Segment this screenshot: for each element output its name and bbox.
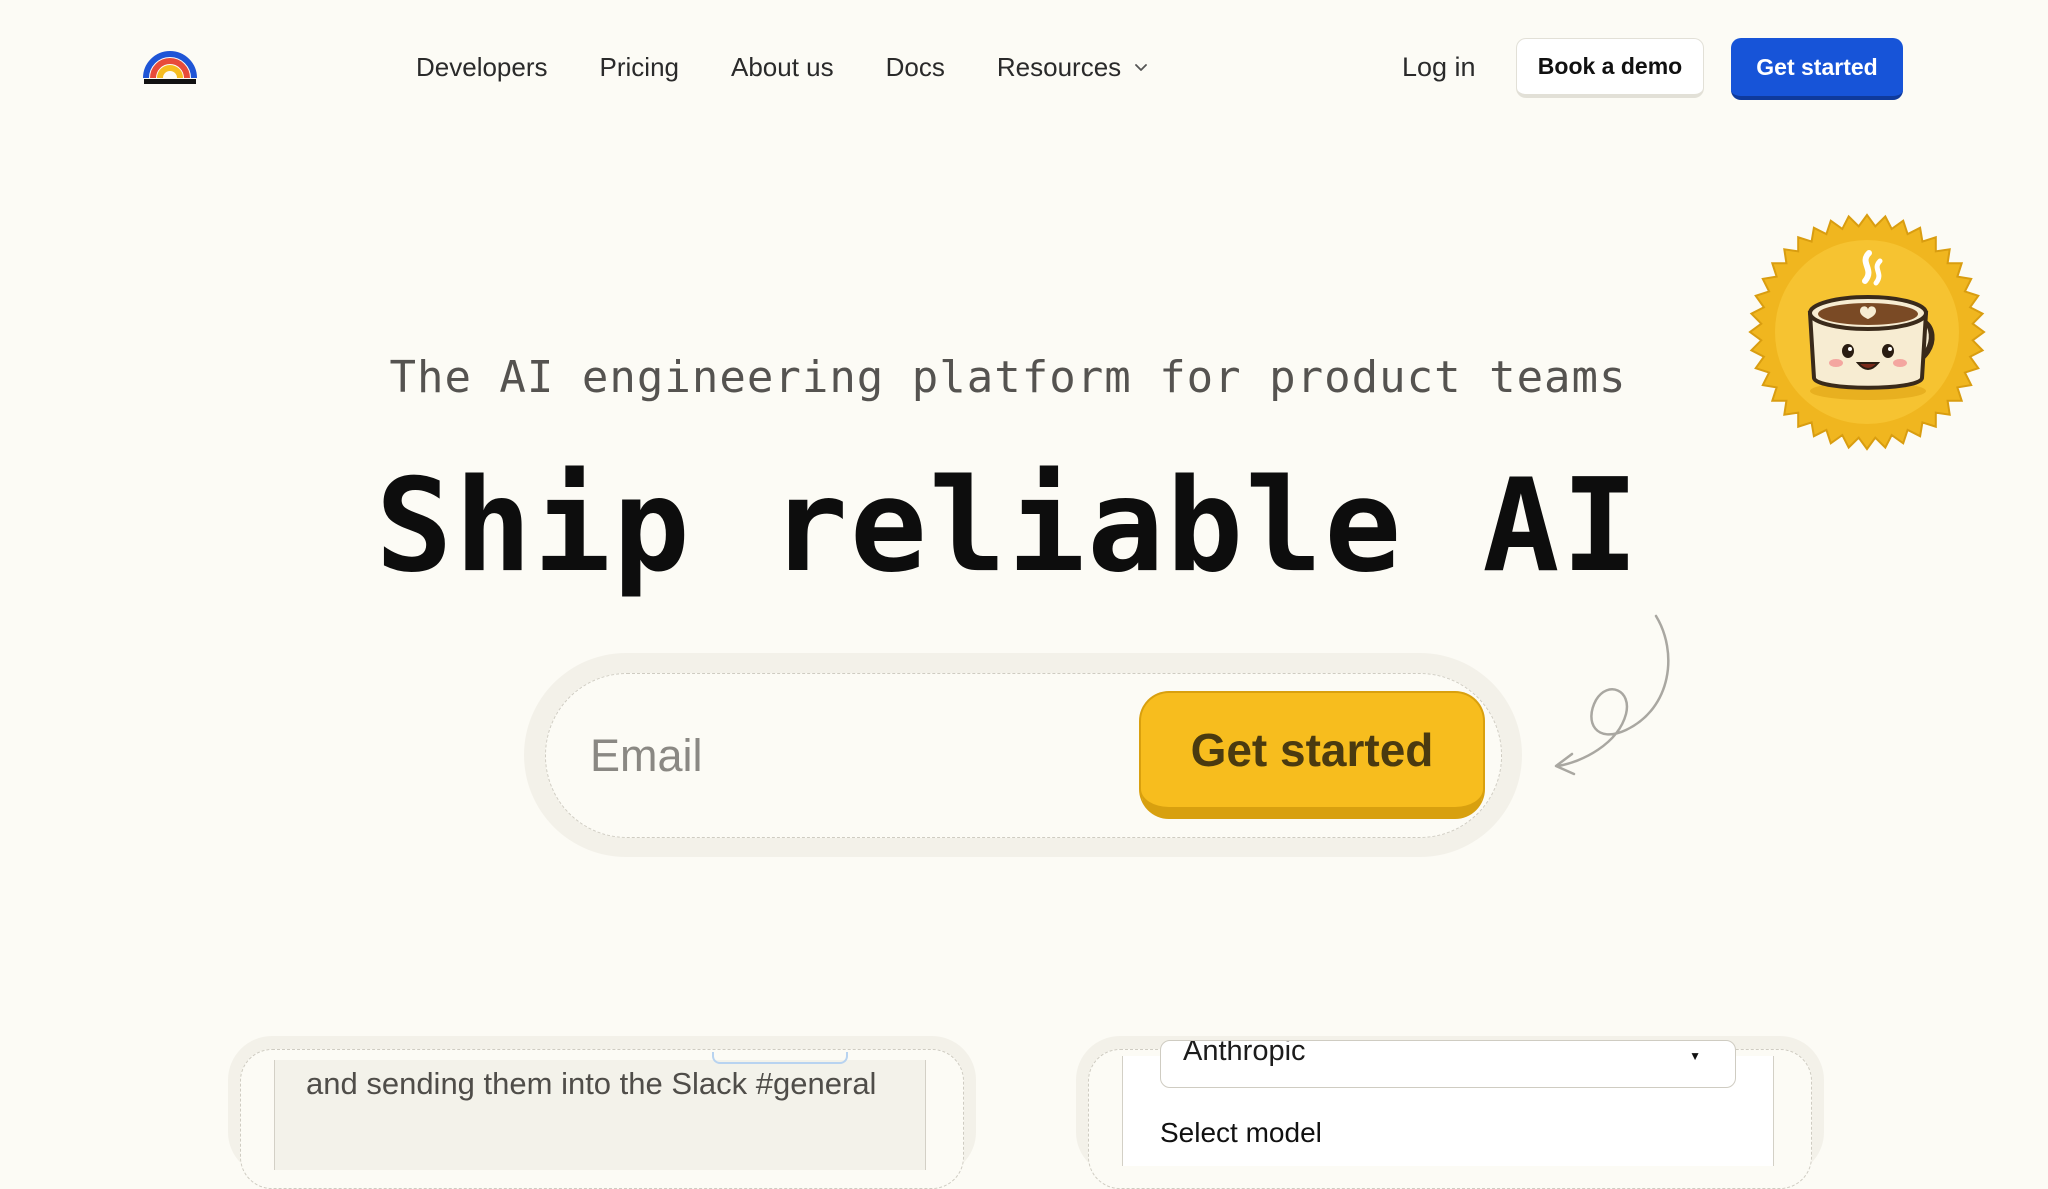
nav-resources-label[interactable]: Resources (997, 52, 1121, 83)
chevron-down-icon[interactable] (1133, 59, 1149, 75)
book-demo-button[interactable]: Book a demo (1516, 38, 1704, 98)
email-input[interactable] (588, 720, 1112, 792)
curved-arrow-icon (1554, 614, 1670, 776)
nav-pricing-label[interactable]: Pricing (600, 52, 679, 83)
rainbow-logo-icon[interactable] (143, 48, 197, 86)
coffee-mug-mascot-icon (1748, 213, 1986, 451)
workflow-card-text: and sending them into the Slack #general (306, 1066, 877, 1101)
nav-about-us[interactable]: About us (731, 52, 834, 83)
workflow-card-chip (712, 1052, 848, 1064)
nav-docs-label[interactable]: Docs (886, 52, 945, 83)
get-started-header-button[interactable]: Get started (1731, 38, 1903, 100)
caret-down-icon: ▼ (1689, 1049, 1701, 1063)
login-link[interactable]: Log in (1402, 47, 1476, 87)
nav-about-us-label[interactable]: About us (731, 52, 834, 83)
nav-docs[interactable]: Docs (886, 52, 945, 83)
provider-select-value: Anthropic (1183, 1040, 1306, 1067)
main-nav: Developers Pricing About us Docs Resourc… (416, 47, 1201, 87)
nav-developers[interactable]: Developers (416, 52, 548, 83)
select-model-label: Select model (1160, 1117, 1322, 1148)
nav-resources[interactable]: Resources (997, 52, 1149, 83)
hero-headline: Ship reliable AI (375, 452, 1641, 601)
hero-tagline: The AI engineering platform for product … (389, 352, 1627, 403)
nav-developers-label[interactable]: Developers (416, 52, 548, 83)
get-started-hero-button[interactable]: Get started (1139, 691, 1485, 819)
provider-select[interactable]: Anthropic ▼ (1160, 1040, 1736, 1088)
nav-pricing[interactable]: Pricing (600, 52, 679, 83)
